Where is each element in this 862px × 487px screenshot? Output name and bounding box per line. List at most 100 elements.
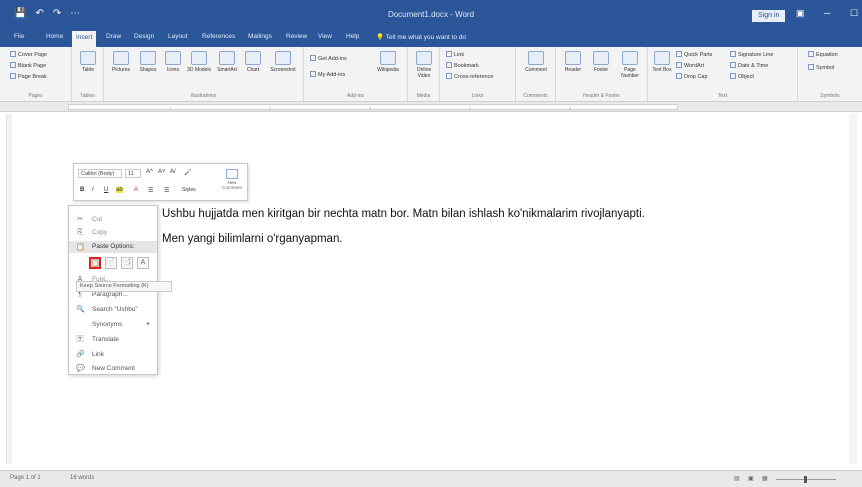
get-addins-button[interactable]: Get Add-ins bbox=[310, 55, 347, 62]
print-layout-icon[interactable]: ▣ bbox=[748, 475, 754, 482]
tab-draw[interactable]: Draw bbox=[106, 33, 121, 40]
date-time-button[interactable]: Date & Time bbox=[730, 62, 768, 69]
text-box-button[interactable]: Text Box bbox=[652, 51, 672, 73]
smartart-button[interactable]: SmartArt bbox=[214, 51, 240, 73]
video-icon bbox=[416, 51, 432, 65]
comment-label: Comment bbox=[525, 67, 547, 73]
format-painter-icon[interactable]: 🖌 bbox=[184, 169, 192, 176]
tab-home[interactable]: Home bbox=[46, 33, 63, 40]
comment-button[interactable]: Comment bbox=[520, 51, 552, 73]
ruler-tick: 1 bbox=[169, 106, 172, 111]
chevron-right-icon: ▸ bbox=[147, 321, 151, 327]
underline-icon[interactable]: U bbox=[104, 187, 108, 193]
paste-options-label: Paste Options: bbox=[92, 243, 135, 250]
paste-keep-source-formatting-button[interactable]: 📋 bbox=[89, 257, 101, 269]
tab-insert[interactable]: Insert bbox=[72, 31, 97, 47]
clear-format-icon[interactable]: A/ bbox=[170, 169, 176, 175]
equation-button[interactable]: Equation bbox=[808, 51, 838, 58]
object-button[interactable]: Object bbox=[730, 73, 754, 80]
sign-in-button[interactable]: Sign in bbox=[752, 10, 786, 22]
maximize-icon[interactable]: ☐ bbox=[850, 8, 858, 19]
horizontal-ruler[interactable]: 1 2 3 4 5 bbox=[0, 102, 862, 112]
group-label: Media bbox=[416, 93, 431, 99]
tab-mailings[interactable]: Mailings bbox=[248, 33, 272, 40]
bookmark-label: Bookmark bbox=[454, 63, 479, 69]
paste-text-only-button[interactable]: A bbox=[137, 257, 149, 269]
blank-page-button[interactable]: Blank Page bbox=[10, 62, 46, 69]
tab-references[interactable]: References bbox=[202, 33, 235, 40]
menu-item-cut[interactable]: ✂ Cut bbox=[69, 214, 157, 226]
scissors-icon: ✂ bbox=[77, 216, 83, 223]
wikipedia-button[interactable]: Wikipedia bbox=[372, 51, 404, 73]
read-mode-icon[interactable]: ▤ bbox=[734, 475, 740, 482]
menu-item-translate[interactable]: 🈂 Translate bbox=[69, 334, 157, 346]
bold-icon[interactable]: B bbox=[80, 187, 84, 193]
shapes-button[interactable]: Shapes bbox=[136, 51, 160, 73]
font-name-box[interactable]: Calibri (Body) bbox=[78, 169, 122, 178]
table-button[interactable]: Table bbox=[78, 51, 98, 73]
tab-file[interactable]: File bbox=[14, 33, 24, 40]
tab-help[interactable]: Help bbox=[346, 33, 359, 40]
new-comment-button[interactable]: New Comment bbox=[222, 169, 242, 190]
title-bar: 💾 ↶ ↷ ⋯ Document1.docx - Word Sign in ▣ … bbox=[0, 0, 862, 29]
cover-page-button[interactable]: Cover Page bbox=[10, 51, 47, 58]
paste-picture-button[interactable]: 📑 bbox=[121, 257, 133, 269]
chart-button[interactable]: Chart bbox=[242, 51, 264, 73]
minimize-icon[interactable]: ─ bbox=[824, 8, 830, 18]
wordart-button[interactable]: WordArt bbox=[676, 62, 704, 69]
zoom-slider-knob[interactable] bbox=[804, 476, 807, 483]
cross-reference-button[interactable]: Cross-reference bbox=[446, 73, 493, 80]
zoom-slider[interactable] bbox=[776, 476, 836, 483]
3d-models-button[interactable]: 3D Models bbox=[186, 51, 212, 73]
italic-icon[interactable]: I bbox=[92, 187, 94, 193]
group-label: Header & Footer bbox=[583, 93, 620, 99]
paste-merge-formatting-button[interactable]: 📄 bbox=[105, 257, 117, 269]
drop-cap-button[interactable]: Drop Cap bbox=[676, 73, 708, 80]
font-color-icon[interactable]: A bbox=[134, 187, 138, 193]
signature-icon bbox=[730, 51, 736, 57]
link-icon: 🔗 bbox=[76, 351, 85, 358]
numbering-icon[interactable]: ☰ bbox=[164, 187, 169, 194]
bookmark-button[interactable]: Bookmark bbox=[446, 62, 479, 69]
my-addins-button[interactable]: My Add-ins bbox=[310, 71, 345, 78]
menu-item-link[interactable]: 🔗 Link bbox=[69, 349, 157, 361]
signature-line-button[interactable]: Signature Line bbox=[730, 51, 773, 58]
menu-item-label: Link bbox=[92, 351, 104, 358]
tab-view[interactable]: View bbox=[318, 33, 332, 40]
styles-button[interactable]: Styles bbox=[182, 187, 196, 193]
symbol-button[interactable]: Symbol bbox=[808, 64, 834, 71]
footer-button[interactable]: Footer bbox=[588, 51, 614, 73]
menu-item-new-comment[interactable]: 💬 New Comment bbox=[69, 363, 157, 375]
document-text-line-2[interactable]: Men yangi bilimlarni o'rganyapman. bbox=[162, 233, 343, 245]
quick-parts-button[interactable]: Quick Parts bbox=[676, 51, 712, 58]
page-number-button[interactable]: Page Number bbox=[616, 51, 644, 79]
tell-me-search[interactable]: 💡 Tell me what you want to do bbox=[376, 33, 466, 41]
tab-layout[interactable]: Layout bbox=[168, 33, 188, 40]
screenshot-button[interactable]: Screenshot bbox=[266, 51, 300, 73]
header-button[interactable]: Header bbox=[560, 51, 586, 73]
vertical-scrollbar[interactable] bbox=[849, 114, 857, 464]
document-text-line-1[interactable]: Ushbu hujjatda men kiritgan bir nechta m… bbox=[162, 208, 645, 220]
ribbon-display-icon[interactable]: ▣ bbox=[796, 8, 805, 19]
menu-item-synonyms[interactable]: Synonyms ▸ bbox=[69, 319, 157, 331]
icons-button[interactable]: Icons bbox=[162, 51, 184, 73]
group-text: Text Box Quick Parts WordArt Drop Cap Si… bbox=[648, 47, 798, 101]
tab-review[interactable]: Review bbox=[286, 33, 307, 40]
online-video-button[interactable]: Online Video bbox=[412, 51, 436, 79]
menu-item-copy[interactable]: ⎘ Copy bbox=[69, 227, 157, 239]
font-size-box[interactable]: 11 bbox=[125, 169, 141, 178]
wordart-icon bbox=[676, 62, 682, 68]
bullets-icon[interactable]: ☰ bbox=[148, 187, 153, 194]
page-count[interactable]: Page 1 of 1 bbox=[10, 475, 41, 481]
pictures-button[interactable]: Pictures bbox=[108, 51, 134, 73]
highlight-icon[interactable]: ab bbox=[116, 187, 123, 193]
status-bar: Page 1 of 1 16 words ▤ ▣ ▦ bbox=[0, 470, 862, 487]
grow-font-icon[interactable]: A^ bbox=[146, 169, 153, 175]
page-break-button[interactable]: Page Break bbox=[10, 73, 47, 80]
menu-item-search[interactable]: 🔍 Search "Ushbu" bbox=[69, 304, 157, 316]
shrink-font-icon[interactable]: A˅ bbox=[158, 169, 166, 175]
web-layout-icon[interactable]: ▦ bbox=[762, 475, 768, 482]
word-count[interactable]: 16 words bbox=[70, 475, 94, 481]
tab-design[interactable]: Design bbox=[134, 33, 154, 40]
link-button[interactable]: Link bbox=[446, 51, 464, 58]
